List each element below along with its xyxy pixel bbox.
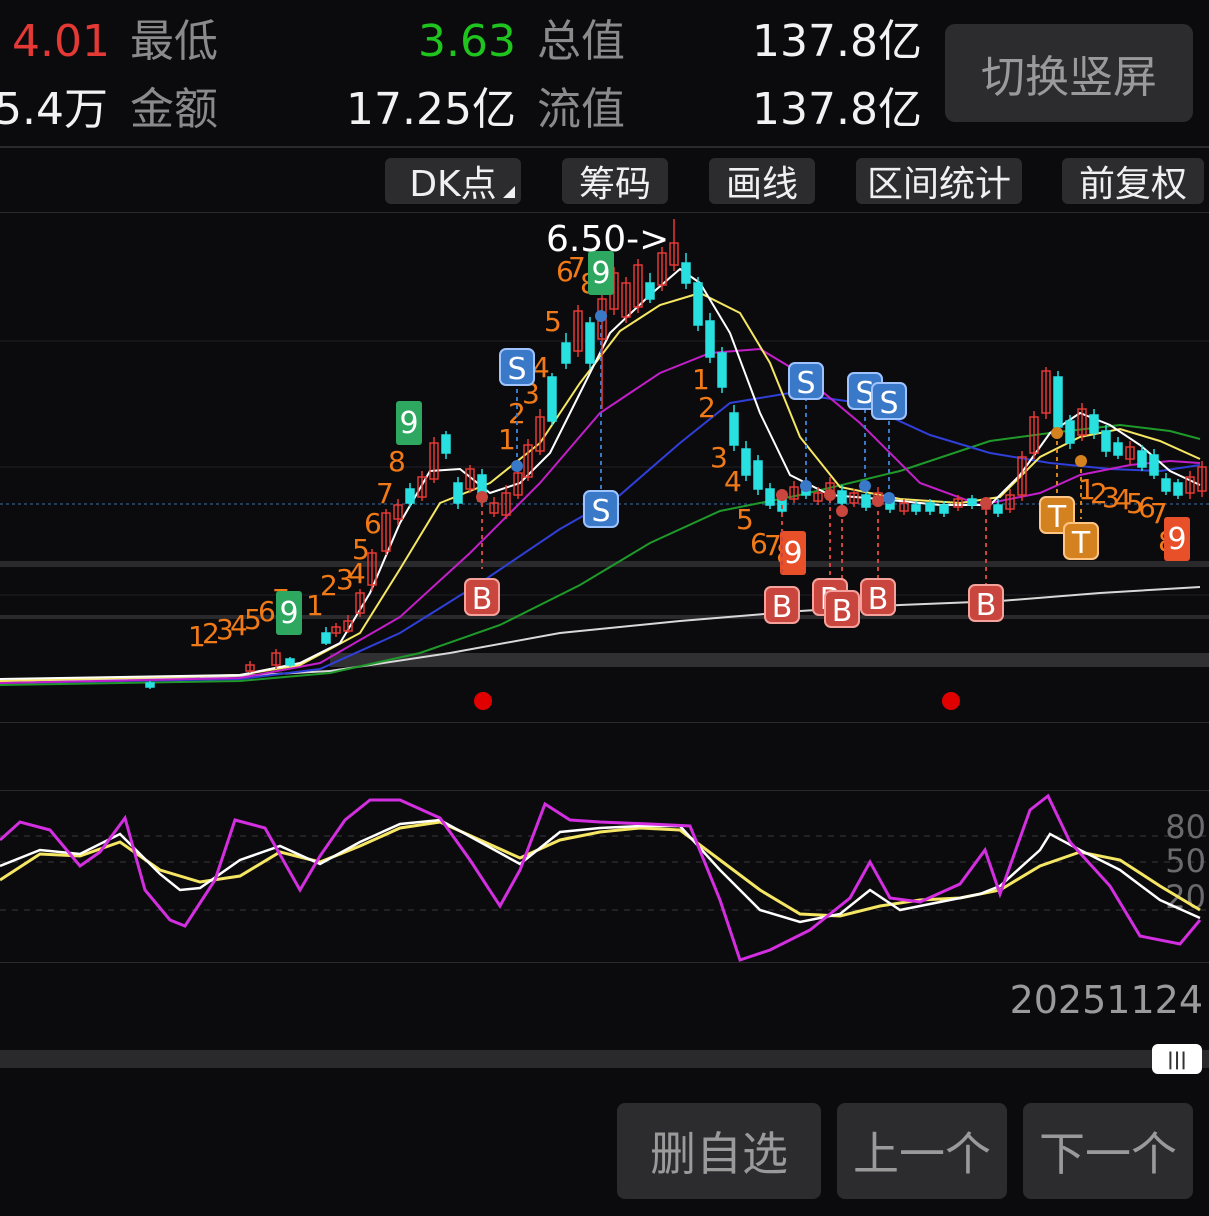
signal-dot <box>942 692 960 710</box>
candle-body <box>453 482 463 504</box>
candle-body <box>585 322 595 364</box>
candle-body <box>693 282 703 326</box>
nine-badge-label: 9 <box>783 536 802 571</box>
candle-body <box>285 658 295 666</box>
svg-text:7: 7 <box>376 477 394 510</box>
svg-text:4: 4 <box>724 465 742 498</box>
svg-text:5: 5 <box>544 305 562 338</box>
candle-body <box>1137 450 1147 468</box>
candle-body <box>765 488 775 506</box>
kdj-level-80: 80 <box>1165 808 1206 846</box>
candle-body <box>321 632 331 644</box>
dropdown-corner-icon <box>503 186 515 198</box>
td-sequence-labels: 1234567 12345678 12345678 12345678 12345… <box>188 251 1176 653</box>
chart-divider <box>0 722 1209 723</box>
chart-scrollbar[interactable] <box>0 1050 1209 1068</box>
chip-band-mid <box>0 615 1209 619</box>
candle-body <box>1173 482 1183 496</box>
svg-text:S: S <box>591 494 610 529</box>
candle-body <box>1065 420 1075 444</box>
switch-portrait-button[interactable]: 切换竖屏 <box>945 24 1193 122</box>
chip-band-lower <box>330 653 1209 667</box>
nine-badge-label: 9 <box>1167 522 1186 557</box>
nine-badge-label: 9 <box>399 406 418 441</box>
chips-button[interactable]: 筹码 <box>562 158 668 205</box>
candle-body <box>1149 454 1159 476</box>
candle-body <box>441 434 451 454</box>
svg-text:B: B <box>832 594 853 629</box>
volume-value: 5.4万 <box>0 84 108 135</box>
high-price-value: 4.01 <box>12 16 110 67</box>
dk-point-button[interactable]: DK点 <box>385 158 521 205</box>
candle-body <box>1089 414 1099 434</box>
candle-body <box>911 504 921 512</box>
candle-body <box>729 412 739 446</box>
candle-body <box>925 502 935 512</box>
candle-body <box>1101 430 1111 452</box>
kdj-level-50: 50 <box>1165 842 1206 880</box>
forward-adjust-button[interactable]: 前复权 <box>1062 158 1204 205</box>
scroll-handle[interactable]: ||| <box>1152 1044 1202 1074</box>
candle-body <box>645 282 655 300</box>
candle-body <box>145 682 155 688</box>
float-cap-label: 流值 <box>537 84 625 135</box>
candle-body <box>1113 442 1123 456</box>
svg-text:2: 2 <box>698 391 716 424</box>
candle-body <box>993 504 1003 514</box>
previous-button[interactable]: 上一个 <box>837 1103 1007 1199</box>
dk-point-label: DK点 <box>409 164 497 205</box>
svg-text:S: S <box>507 352 526 387</box>
date-label: 20251124 <box>1009 978 1203 1022</box>
candle-body <box>561 342 571 364</box>
range-stats-button[interactable]: 区间统计 <box>856 158 1022 205</box>
amount-label: 金额 <box>130 84 218 135</box>
signal-dot <box>474 692 492 710</box>
candle-body <box>681 262 691 284</box>
candle-body <box>1053 376 1063 428</box>
low-price-label: 最低 <box>130 16 218 67</box>
svg-text:B: B <box>472 582 493 617</box>
candle-body <box>717 352 727 388</box>
candle-body <box>753 460 763 490</box>
next-button[interactable]: 下一个 <box>1023 1103 1193 1199</box>
candle-body <box>1161 478 1171 492</box>
kdj-indicator-chart[interactable]: 80 50 20 <box>0 790 1209 964</box>
svg-text:6: 6 <box>364 507 382 540</box>
low-price-value: 3.63 <box>418 16 516 67</box>
total-cap-value: 137.8亿 <box>752 16 922 67</box>
candle-body <box>861 494 871 508</box>
candle-body <box>741 448 751 476</box>
float-cap-value: 137.8亿 <box>752 84 922 135</box>
svg-text:B: B <box>868 582 889 617</box>
nine-badge-label: 9 <box>279 596 298 631</box>
svg-text:B: B <box>772 590 793 625</box>
draw-line-button[interactable]: 画线 <box>709 158 815 205</box>
remove-favorite-button[interactable]: 删自选 <box>617 1103 821 1199</box>
candle-body <box>705 320 715 358</box>
nine-badge-label: 9 <box>591 256 610 291</box>
high-price-annotation: 6.50-> <box>546 219 669 260</box>
svg-text:S: S <box>796 366 815 401</box>
svg-text:B: B <box>976 588 997 623</box>
amount-value: 17.25亿 <box>346 84 516 135</box>
candle-body <box>939 504 949 514</box>
grip-icon: ||| <box>1167 1048 1187 1070</box>
candle-body <box>837 490 847 504</box>
chip-band-upper <box>0 561 1209 567</box>
svg-text:8: 8 <box>388 445 406 478</box>
total-cap-label: 总值 <box>537 16 625 67</box>
svg-text:S: S <box>879 386 898 421</box>
header-divider <box>0 146 1209 148</box>
candlestick-chart[interactable]: 1234567 12345678 12345678 12345678 12345… <box>0 213 1209 723</box>
candle-body <box>405 488 415 504</box>
svg-text:T: T <box>1071 526 1091 561</box>
candle-body <box>967 498 977 506</box>
